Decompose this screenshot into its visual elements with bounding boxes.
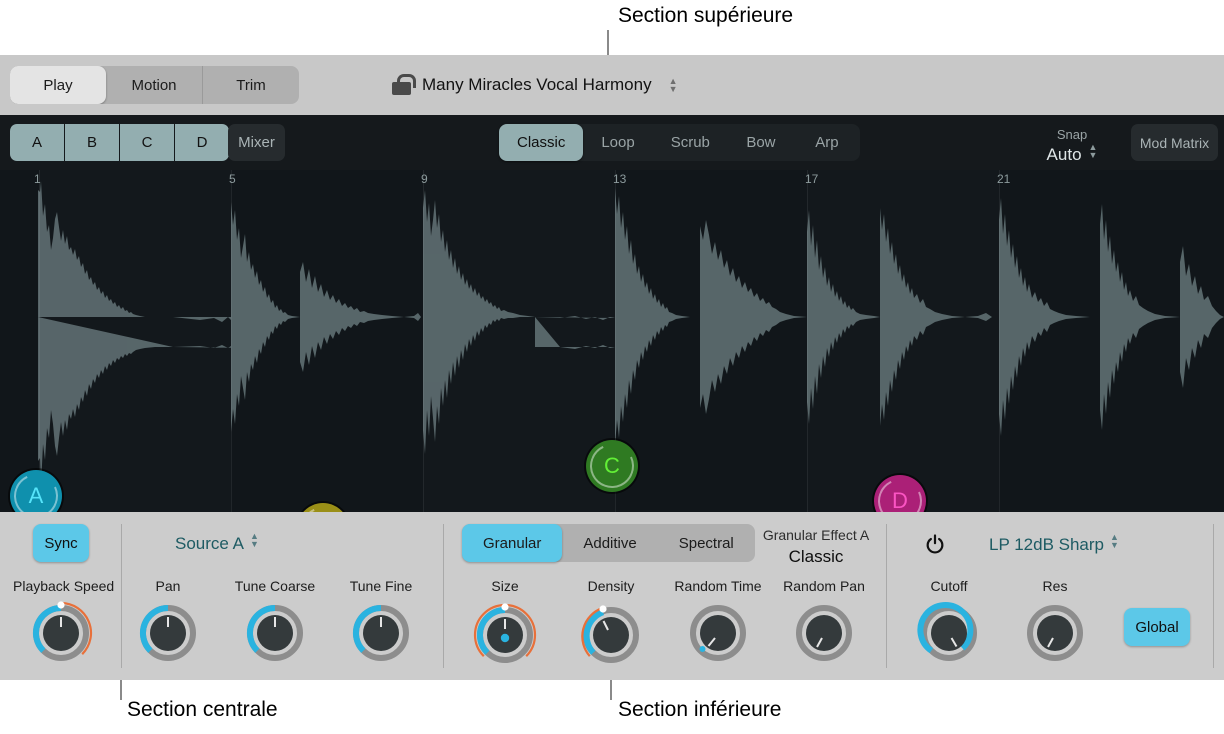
engine-type-tabs[interactable]: Granular Additive Spectral	[462, 524, 755, 562]
waveform-display[interactable]: 1 5 9 13 17 21 A C D	[0, 170, 1224, 512]
knob-label: Size	[491, 578, 519, 594]
engine-spectral[interactable]: Spectral	[658, 524, 755, 562]
power-icon[interactable]	[924, 534, 946, 556]
unlocked-padlock-icon[interactable]	[392, 74, 416, 95]
effect-name-value[interactable]: Classic	[742, 545, 890, 568]
knob-density[interactable]: Density	[563, 575, 659, 663]
knob-random-time[interactable]: Random Time	[670, 575, 766, 663]
annotation-center-label: Section centrale	[127, 698, 278, 721]
knob-label: Playback Speed	[13, 578, 115, 594]
knob-dial[interactable]	[135, 597, 201, 663]
tab-play[interactable]: Play	[10, 66, 106, 104]
ruler-tick-3: 9	[421, 172, 428, 186]
knob-playback-speed[interactable]: Playback Speed	[13, 575, 115, 663]
knob-dial[interactable]	[28, 597, 94, 663]
knob-label: Tune Fine	[349, 578, 413, 594]
play-mode-arp[interactable]: Arp	[794, 124, 860, 161]
source-select[interactable]: Source A ▲ ▼	[175, 532, 259, 554]
knob-cutoff[interactable]: Cutoff	[901, 575, 997, 663]
knob-dial[interactable]	[576, 597, 646, 667]
mod-matrix-button[interactable]: Mod Matrix	[1131, 124, 1218, 161]
knob-random-pan[interactable]: Random Pan	[776, 575, 872, 663]
knob-dial[interactable]	[916, 597, 982, 663]
source-select-value[interactable]: Source A	[175, 534, 244, 553]
chevron-up-down-icon[interactable]: ▲ ▼	[1110, 533, 1119, 550]
plugin-window: Play Motion Trim Many Miracles Vocal Har…	[0, 55, 1224, 680]
filter-type-select[interactable]: LP 12dB Sharp ▲ ▼	[989, 533, 1119, 555]
knob-dial[interactable]	[242, 597, 308, 663]
source-button-a[interactable]: A	[10, 124, 65, 161]
annotation-top-label: Section supérieure	[618, 4, 794, 27]
filter-type-value[interactable]: LP 12dB Sharp	[989, 535, 1104, 554]
chevron-up-down-icon[interactable]: ▲ ▼	[669, 77, 678, 94]
secondary-toolbar: A B C D Mixer Classic Loop Scrub Bow Arp…	[0, 115, 1224, 170]
effect-name-display[interactable]: Granular Effect A Classic	[742, 526, 890, 568]
engine-granular[interactable]: Granular	[462, 524, 563, 562]
knob-label: Random Time	[674, 578, 762, 594]
engine-additive[interactable]: Additive	[562, 524, 657, 562]
knob-label: Density	[587, 578, 635, 594]
knob-dial[interactable]	[1022, 597, 1088, 663]
patch-name-area[interactable]: Many Miracles Vocal Harmony ▲ ▼	[392, 55, 678, 115]
play-mode-loop[interactable]: Loop	[583, 124, 652, 161]
knob-tune-coarse[interactable]: Tune Coarse	[227, 575, 323, 663]
knob-dial[interactable]	[348, 597, 414, 663]
effect-name-label: Granular Effect A	[762, 527, 870, 543]
screenshot-root: Section supérieure Section centrale Sect…	[0, 0, 1224, 734]
ruler-tick-6: 21	[997, 172, 1011, 186]
view-mode-tabs[interactable]: Play Motion Trim	[10, 66, 299, 104]
top-toolbar: Play Motion Trim Many Miracles Vocal Har…	[0, 55, 1224, 158]
grid-line	[423, 170, 424, 512]
knob-label: Pan	[155, 578, 181, 594]
bottom-control-panel: Sync Playback Speed Source A ▲ ▼ Pan Tun…	[0, 512, 1224, 680]
grid-line	[999, 170, 1000, 512]
grid-line	[39, 170, 40, 512]
divider	[1213, 524, 1214, 668]
mixer-button[interactable]: Mixer	[228, 124, 285, 161]
patch-name[interactable]: Many Miracles Vocal Harmony	[422, 75, 652, 95]
source-button-b[interactable]: B	[65, 124, 120, 161]
snap-label: Snap	[1056, 127, 1088, 142]
global-button[interactable]: Global	[1124, 608, 1190, 646]
knob-tune-fine[interactable]: Tune Fine	[333, 575, 429, 663]
annotation-top-line	[607, 30, 609, 58]
knob-label: Tune Coarse	[234, 578, 316, 594]
play-mode-bow[interactable]: Bow	[728, 124, 794, 161]
tab-trim[interactable]: Trim	[203, 66, 299, 104]
play-mode-scrub[interactable]: Scrub	[653, 124, 728, 161]
snap-control[interactable]: Snap Auto ▲ ▼	[1026, 126, 1118, 165]
play-mode-classic[interactable]: Classic	[499, 124, 584, 161]
divider	[443, 524, 444, 668]
bar-ruler: 1 5 9 13 17 21	[0, 170, 1224, 190]
ruler-tick-4: 13	[613, 172, 627, 186]
knob-pan[interactable]: Pan	[120, 575, 216, 663]
sync-button[interactable]: Sync	[33, 524, 89, 562]
source-button-c[interactable]: C	[120, 124, 175, 161]
source-button-d[interactable]: D	[175, 124, 229, 161]
knob-label: Cutoff	[930, 578, 968, 594]
chevron-up-down-icon[interactable]: ▲ ▼	[1089, 143, 1098, 160]
knob-dial[interactable]	[685, 597, 751, 663]
knob-dial[interactable]	[791, 597, 857, 663]
knob-size[interactable]: Size	[457, 575, 553, 663]
chevron-up-down-icon[interactable]: ▲ ▼	[250, 532, 259, 549]
source-selector-group[interactable]: A B C D	[10, 124, 229, 161]
play-mode-tabs[interactable]: Classic Loop Scrub Bow Arp	[499, 124, 860, 161]
ruler-tick-5: 17	[805, 172, 819, 186]
ruler-tick-1: 1	[34, 172, 41, 186]
marker-letter: D	[892, 488, 908, 512]
playhead-marker-c[interactable]: C	[583, 437, 641, 495]
snap-value[interactable]: Auto	[1047, 145, 1082, 164]
ruler-tick-2: 5	[229, 172, 236, 186]
annotation-bottom-label: Section inférieure	[618, 698, 782, 721]
grid-line	[807, 170, 808, 512]
marker-letter: C	[604, 453, 620, 478]
knob-res[interactable]: Res	[1007, 575, 1103, 663]
tab-motion[interactable]: Motion	[106, 66, 203, 104]
knob-dial[interactable]	[470, 597, 540, 667]
knob-label: Res	[1042, 578, 1068, 594]
marker-letter: A	[28, 483, 44, 508]
knob-label: Random Pan	[783, 578, 865, 594]
grid-line	[231, 170, 232, 512]
